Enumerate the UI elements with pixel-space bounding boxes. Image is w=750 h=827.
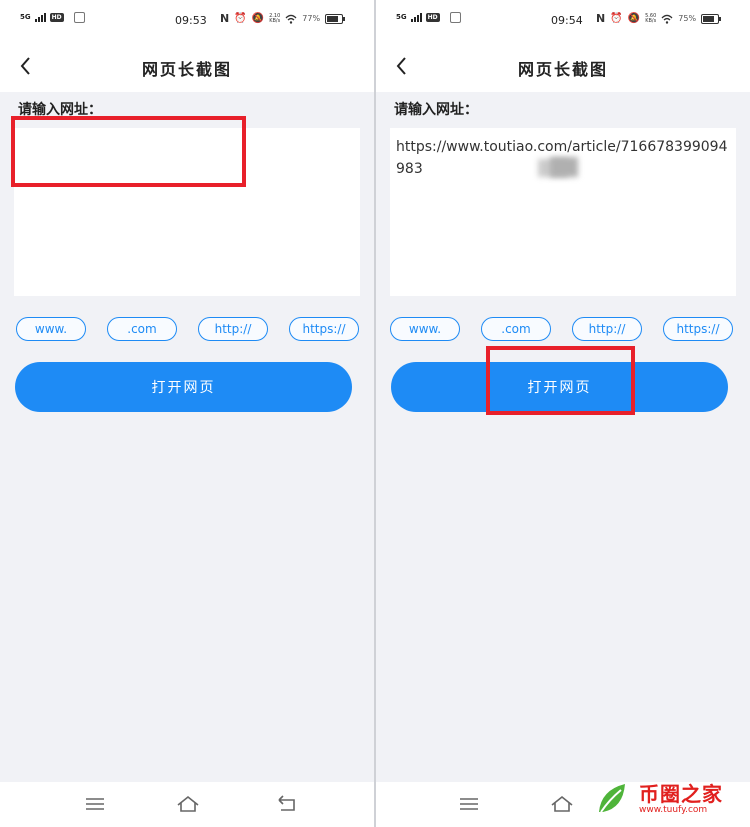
status-bar: 5G HD 09:53 N ⏰ 🔕 2.10 KB/s 77%	[0, 0, 374, 42]
signal-icon	[410, 13, 422, 22]
battery-percent: 75%	[678, 14, 697, 23]
battery-icon	[325, 13, 346, 24]
watermark-title: 币圈之家	[639, 782, 723, 806]
input-highlight-box	[11, 116, 246, 187]
chip-com[interactable]: .com	[107, 317, 177, 341]
button-highlight-box	[486, 346, 635, 415]
nfc-icon: N	[596, 12, 606, 25]
clock: 09:53	[175, 14, 207, 27]
chip-https[interactable]: https://	[289, 317, 359, 341]
chip-http[interactable]: http://	[198, 317, 268, 341]
mute-icon: 🔕	[251, 13, 265, 24]
wifi-icon	[661, 14, 673, 24]
menu-icon[interactable]	[458, 794, 480, 814]
page-title: 网页长截图	[517, 60, 608, 79]
chip-http[interactable]: http://	[572, 317, 642, 341]
battery-icon	[701, 13, 722, 24]
watermark-url: www.tuufy.com	[639, 805, 708, 815]
menu-icon[interactable]	[84, 794, 106, 814]
chip-www[interactable]: www.	[390, 317, 460, 341]
app-bar: 网页长截图	[376, 42, 750, 92]
home-icon[interactable]	[550, 794, 574, 814]
chip-com[interactable]: .com	[481, 317, 551, 341]
redaction-blur	[550, 157, 578, 177]
screen-after: 5G HD 09:54 N ⏰ 🔕 5.60 KB/s 75% 网页长截图 请输入…	[376, 0, 750, 827]
alarm-icon: ⏰	[610, 13, 623, 24]
battery-percent: 77%	[302, 14, 321, 23]
chip-https[interactable]: https://	[663, 317, 733, 341]
app-notification-icon	[73, 12, 85, 23]
wifi-icon	[285, 14, 297, 24]
hd-badge: HD	[49, 13, 64, 22]
signal-icon	[34, 13, 46, 22]
mute-icon: 🔕	[627, 13, 641, 24]
open-webpage-button[interactable]: 打开网页	[15, 362, 352, 412]
app-notification-icon	[449, 12, 461, 23]
network-type: 5G	[396, 13, 407, 21]
screen-before: 5G HD 09:53 N ⏰ 🔕 2.10 KB/s 77% 网页长截图 请输入…	[0, 0, 374, 827]
url-input[interactable]: https://www.toutiao.com/article/71667839…	[390, 128, 736, 296]
status-bar: 5G HD 09:54 N ⏰ 🔕 5.60 KB/s 75%	[376, 0, 750, 42]
nfc-icon: N	[220, 12, 230, 25]
system-nav-bar	[0, 782, 374, 827]
page-title: 网页长截图	[141, 60, 232, 79]
net-speed: 5.60 KB/s	[645, 12, 657, 24]
app-bar: 网页长截图	[0, 42, 374, 92]
network-type: 5G	[20, 13, 31, 21]
chip-www[interactable]: www.	[16, 317, 86, 341]
shortcut-chips: www. .com http:// https://	[390, 317, 736, 343]
hd-badge: HD	[425, 13, 440, 22]
back-nav-icon[interactable]	[276, 794, 298, 814]
leaf-logo-icon	[595, 781, 631, 818]
alarm-icon: ⏰	[234, 13, 247, 24]
watermark: 币圈之家 www.tuufy.com	[589, 772, 750, 827]
home-icon[interactable]	[176, 794, 200, 814]
clock: 09:54	[551, 14, 583, 27]
shortcut-chips: www. .com http:// https://	[16, 317, 360, 343]
url-prompt-label: 请输入网址：	[394, 102, 478, 118]
net-speed: 2.10 KB/s	[269, 12, 281, 24]
